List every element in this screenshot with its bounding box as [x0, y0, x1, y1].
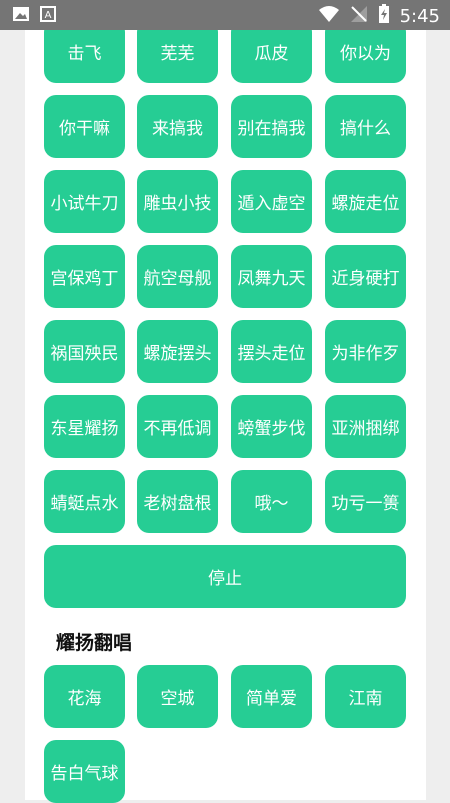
song-button[interactable]: 空城	[137, 665, 218, 728]
sound-button[interactable]: 功亏一篑	[325, 470, 406, 533]
status-bar: A 5:45	[0, 0, 450, 30]
sound-button[interactable]: 不再低调	[137, 395, 218, 458]
sound-button[interactable]: 螺旋走位	[325, 170, 406, 233]
sound-button[interactable]: 为非作歹	[325, 320, 406, 383]
sound-button[interactable]: 航空母舰	[137, 245, 218, 308]
battery-charging-icon	[378, 4, 390, 28]
sound-button[interactable]: 螺旋摆头	[137, 320, 218, 383]
sound-button[interactable]: 遁入虚空	[231, 170, 312, 233]
sound-button[interactable]: 宫保鸡丁	[44, 245, 125, 308]
sound-button[interactable]: 蜻蜓点水	[44, 470, 125, 533]
sound-button[interactable]: 哦～	[231, 470, 312, 533]
song-button[interactable]: 简单爱	[231, 665, 312, 728]
stop-button[interactable]: 停止	[44, 545, 406, 608]
sound-button[interactable]: 搞什么	[325, 95, 406, 158]
sound-button[interactable]: 小试牛刀	[44, 170, 125, 233]
sound-button[interactable]: 雕虫小技	[137, 170, 218, 233]
svg-text:A: A	[45, 10, 52, 21]
no-sim-icon	[350, 5, 368, 27]
song-button[interactable]: 告白气球	[44, 740, 125, 803]
image-icon	[12, 6, 30, 26]
sound-button[interactable]: 东星耀扬	[44, 395, 125, 458]
sound-button[interactable]: 亚洲捆绑	[325, 395, 406, 458]
sound-button[interactable]: 凤舞九天	[231, 245, 312, 308]
song-button[interactable]: 江南	[325, 665, 406, 728]
sound-button[interactable]: 祸国殃民	[44, 320, 125, 383]
sound-button[interactable]: 老树盘根	[137, 470, 218, 533]
sound-button[interactable]: 近身硬打	[325, 245, 406, 308]
sound-button[interactable]: 别在搞我	[231, 95, 312, 158]
text-a-icon: A	[40, 6, 56, 26]
sound-button[interactable]: 你干嘛	[44, 95, 125, 158]
song-button[interactable]: 花海	[44, 665, 125, 728]
sound-button[interactable]: 螃蟹步伐	[231, 395, 312, 458]
wifi-icon	[318, 5, 340, 27]
section-title: 耀扬翻唱	[56, 632, 133, 654]
sound-button[interactable]: 摆头走位	[231, 320, 312, 383]
clock: 5:45	[399, 5, 440, 27]
sound-button[interactable]: 来搞我	[137, 95, 218, 158]
